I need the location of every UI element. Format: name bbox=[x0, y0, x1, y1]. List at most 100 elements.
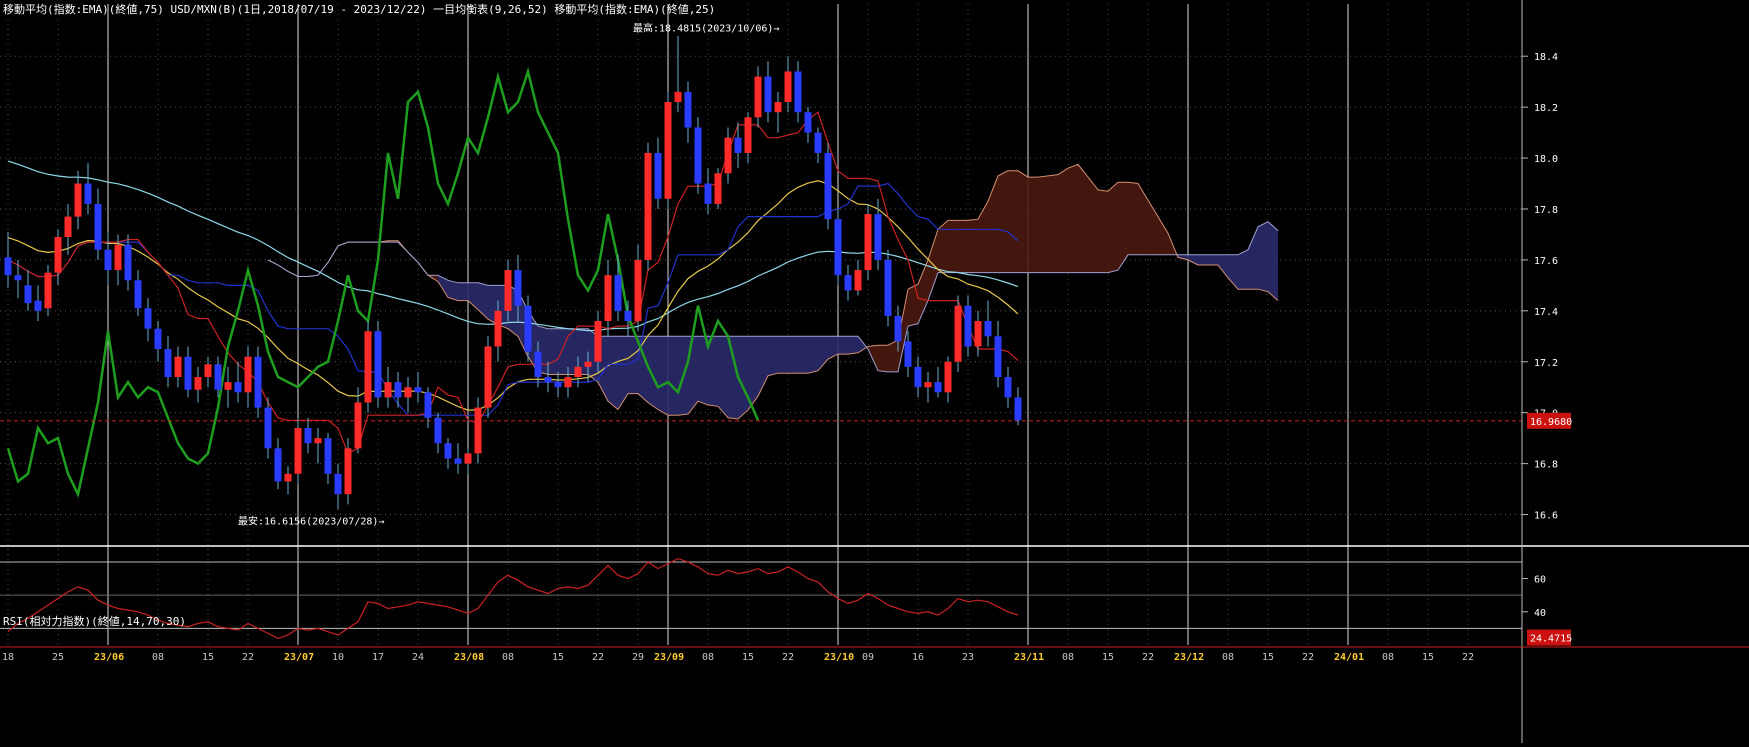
x-tick-label: 15 bbox=[1262, 652, 1274, 663]
cloud-segment bbox=[948, 220, 958, 273]
cloud-segment bbox=[1098, 189, 1108, 273]
candle-body bbox=[214, 364, 222, 390]
x-tick-label: 08 bbox=[1062, 652, 1074, 663]
current-price-label: 16.9680 bbox=[1530, 417, 1572, 428]
candle-body bbox=[934, 382, 942, 393]
y-tick-label: 17.2 bbox=[1534, 358, 1558, 369]
cloud-segment bbox=[708, 336, 718, 407]
x-tick-label: 15 bbox=[202, 652, 214, 663]
candle-body bbox=[574, 366, 582, 378]
x-tick-label: 29 bbox=[632, 652, 644, 663]
y-tick-label: 17.6 bbox=[1534, 256, 1558, 267]
candle-body bbox=[914, 366, 922, 388]
cloud-segment bbox=[608, 336, 618, 410]
cloud-segment bbox=[1108, 182, 1118, 273]
cloud-segment bbox=[1058, 168, 1068, 273]
candle-body bbox=[764, 76, 772, 113]
candle-body bbox=[594, 321, 602, 362]
candle-body bbox=[194, 377, 202, 390]
candle-body bbox=[434, 417, 442, 444]
candle-body bbox=[524, 305, 532, 352]
cloud-segment bbox=[968, 219, 978, 273]
x-tick-label: 24 bbox=[412, 652, 424, 663]
candle-body bbox=[694, 127, 702, 184]
candle-body bbox=[704, 183, 712, 204]
x-tick-label: 08 bbox=[1222, 652, 1234, 663]
cloud-segment bbox=[628, 336, 638, 394]
candle-body bbox=[274, 448, 282, 482]
candle-body bbox=[994, 336, 1002, 378]
candle-body bbox=[454, 458, 462, 464]
candle-body bbox=[474, 407, 482, 454]
candle-body bbox=[94, 203, 102, 250]
x-tick-label: 23 bbox=[962, 652, 974, 663]
cloud-segment bbox=[1208, 254, 1218, 265]
candle-body bbox=[734, 137, 742, 153]
x-tick-label: 22 bbox=[1302, 652, 1314, 663]
candle-body bbox=[834, 219, 842, 276]
cloud-segment bbox=[558, 328, 568, 375]
main-chart-title: 移動平均(指数:EMA)(終値,75) USD/MXN(B)(1日,2018/0… bbox=[3, 2, 715, 16]
x-tick-label: 22 bbox=[1462, 652, 1474, 663]
candle-body bbox=[54, 236, 62, 273]
x-tick-label: 15 bbox=[742, 652, 754, 663]
candle-body bbox=[344, 448, 352, 495]
candle-body bbox=[184, 356, 192, 390]
candle-body bbox=[124, 244, 132, 281]
candle-body bbox=[774, 102, 782, 113]
candle-body bbox=[944, 361, 952, 393]
y-tick-label: 16.8 bbox=[1534, 460, 1558, 471]
candle-body bbox=[14, 275, 22, 281]
cloud-segment bbox=[788, 336, 798, 374]
cloud-segment bbox=[768, 336, 778, 376]
x-tick-label: 23/09 bbox=[654, 652, 684, 663]
x-tick-label: 23/08 bbox=[454, 652, 484, 663]
candle-body bbox=[484, 346, 492, 408]
chart-background bbox=[0, 0, 1749, 743]
candle-body bbox=[534, 351, 542, 378]
candle-body bbox=[894, 315, 902, 342]
candle-body bbox=[494, 310, 502, 347]
cloud-segment bbox=[1088, 177, 1098, 273]
candle-body bbox=[814, 132, 822, 153]
x-tick-label: 08 bbox=[1382, 652, 1394, 663]
y-tick-label: 17.4 bbox=[1534, 307, 1558, 318]
candle-body bbox=[204, 364, 212, 378]
candle-body bbox=[24, 285, 32, 304]
candle-body bbox=[304, 427, 312, 444]
candle-body bbox=[234, 382, 242, 393]
candle-body bbox=[644, 152, 652, 260]
candle-body bbox=[714, 173, 722, 204]
candle-body bbox=[504, 270, 512, 311]
cloud-segment bbox=[1048, 174, 1058, 273]
low-annotation: 最安:16.6156(2023/07/28)→ bbox=[238, 515, 384, 528]
cloud-segment bbox=[1028, 177, 1038, 273]
x-tick-label: 10 bbox=[332, 652, 344, 663]
candle-body bbox=[964, 305, 972, 347]
candle-body bbox=[4, 257, 12, 276]
x-tick-label: 08 bbox=[152, 652, 164, 663]
y-tick-label: 16.6 bbox=[1534, 511, 1558, 522]
cloud-segment bbox=[798, 336, 808, 374]
cloud-segment bbox=[1238, 249, 1248, 290]
candle-body bbox=[854, 270, 862, 291]
candle-body bbox=[784, 71, 792, 103]
y-tick-label: 18.4 bbox=[1534, 52, 1558, 63]
x-tick-label: 18 bbox=[2, 652, 14, 663]
candle-body bbox=[1004, 377, 1012, 398]
candle-body bbox=[414, 387, 422, 393]
cloud-segment bbox=[1268, 221, 1278, 301]
candle-body bbox=[34, 300, 42, 311]
candle-body bbox=[684, 91, 692, 128]
candle-body bbox=[394, 382, 402, 398]
candle-body bbox=[254, 356, 262, 408]
cloud-segment bbox=[728, 336, 738, 420]
x-tick-label: 22 bbox=[1142, 652, 1154, 663]
rsi-y-tick-label: 40 bbox=[1534, 608, 1546, 619]
candle-body bbox=[174, 356, 182, 378]
candle-body bbox=[564, 377, 572, 388]
cloud-segment bbox=[838, 336, 848, 355]
candle-body bbox=[284, 473, 292, 482]
y-tick-label: 18.2 bbox=[1534, 103, 1558, 114]
cloud-segment bbox=[808, 336, 818, 374]
